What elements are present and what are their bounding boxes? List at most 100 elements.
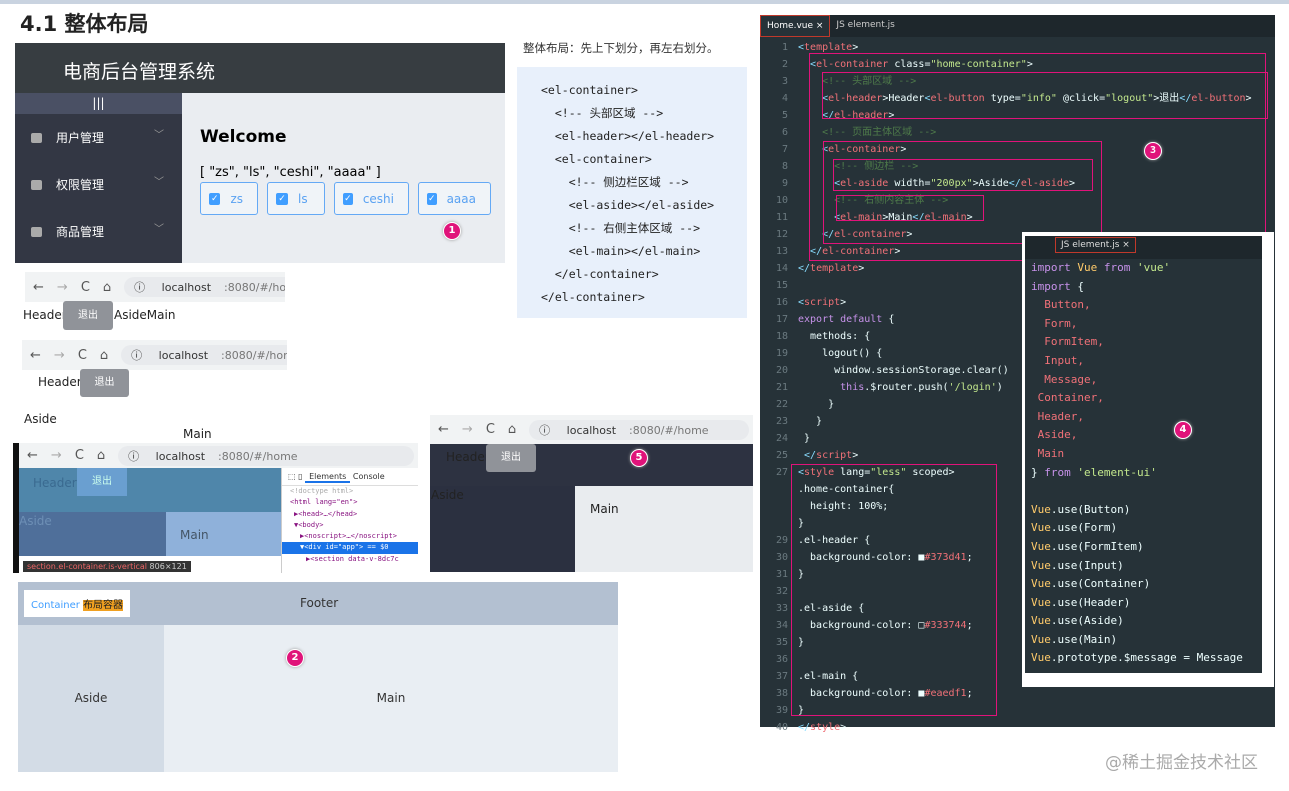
aside-highlight: Aside <box>19 512 166 556</box>
code-line[interactable]: Main <box>1025 445 1262 464</box>
code-line[interactable]: import Vue from 'vue' <box>1025 259 1262 278</box>
dark-header: Header 退出 <box>430 444 753 486</box>
forward-icon[interactable]: → <box>57 280 68 295</box>
bag-icon <box>31 226 42 237</box>
inspect-icon[interactable]: ⬚ ▯ <box>288 472 303 481</box>
logo: Container 布局容器 <box>24 590 131 617</box>
code-line[interactable]: Vue.use(Form) <box>1025 519 1262 538</box>
code-line[interactable]: Vue.use(Input) <box>1025 557 1262 576</box>
code-line[interactable]: import { <box>1025 278 1262 297</box>
checkbox-label: ls <box>298 191 308 206</box>
reload-icon[interactable]: C <box>81 280 90 295</box>
tab-label: JS element.js × <box>1055 237 1136 253</box>
url-host: localhost <box>158 349 209 362</box>
address-bar[interactable]: ⓘ localhost:8080/#/home <box>529 419 749 440</box>
home-icon[interactable]: ⌂ <box>97 448 105 463</box>
dom-node[interactable]: ▶<head>…</head> <box>290 509 418 520</box>
line-text: logout() { <box>798 348 883 359</box>
demo-aside: Aside <box>18 625 164 772</box>
logout-button[interactable]: 退出 <box>77 468 127 496</box>
code-line[interactable] <box>1025 482 1262 501</box>
tab-home-vue[interactable]: Home.vue × <box>760 15 831 37</box>
reload-icon[interactable]: C <box>486 422 495 437</box>
page-title: 4.1 整体布局 <box>20 12 149 36</box>
tab-element-js[interactable]: JS element.js <box>830 15 900 37</box>
home-icon[interactable]: ⌂ <box>508 422 516 437</box>
code-line[interactable]: } from 'element-ui' <box>1025 464 1262 483</box>
menu-label: 权限管理 <box>56 178 105 192</box>
address-bar[interactable]: ⓘ localhost:8080/#/home <box>121 345 287 365</box>
code-line[interactable]: Header, <box>1025 408 1262 427</box>
line-text: </template> <box>798 263 865 274</box>
code-line[interactable]: Vue.use(Container) <box>1025 575 1262 594</box>
line-number: 8 <box>781 161 788 172</box>
menu-item-rights[interactable]: 权限管理 ﹀ <box>15 161 182 208</box>
code-line[interactable]: Vue.use(Main) <box>1025 631 1262 650</box>
dom-node[interactable]: <!doctype html> <box>290 486 418 497</box>
element-js-tab[interactable]: JS element.js × <box>1025 236 1262 259</box>
users-icon <box>31 132 42 143</box>
dom-node[interactable]: <html lang="en"> <box>290 497 418 508</box>
line-number: 6 <box>781 127 788 138</box>
code-line[interactable]: Vue.use(Button) <box>1025 501 1262 520</box>
code-line[interactable]: Vue.use(Aside) <box>1025 612 1262 631</box>
forward-icon[interactable]: → <box>51 448 62 463</box>
checkbox-ceshi[interactable]: ✓ ceshi <box>334 182 409 215</box>
line-text: <script> <box>798 297 847 308</box>
line-text: </style> <box>798 722 847 733</box>
line-number: 2 <box>781 59 788 70</box>
checkbox-label: zs <box>230 191 243 206</box>
code-line[interactable]: Vue.prototype.$message = Message <box>1025 649 1262 668</box>
checkbox-ls[interactable]: ✓ ls <box>267 182 325 215</box>
line-number: 39 <box>775 705 788 716</box>
browser-toolbar: ← → C ⌂ ⓘ localhost:8080/#/home <box>430 415 753 444</box>
dom-node[interactable]: ▶<section data-v-8dc7c <box>290 554 418 565</box>
code-line[interactable]: Input, <box>1025 352 1262 371</box>
header-text: Header <box>38 375 82 389</box>
menu-item-users[interactable]: 用户管理 ﹀ <box>15 114 182 161</box>
forward-icon[interactable]: → <box>462 422 473 437</box>
code-line[interactable]: Form, <box>1025 315 1262 334</box>
home-icon[interactable]: ⌂ <box>100 348 108 363</box>
logout-button[interactable]: 退出 <box>486 444 536 472</box>
code-line[interactable]: Vue.use(FormItem) <box>1025 538 1262 557</box>
step-badge: 5 <box>630 449 648 467</box>
address-bar[interactable]: ⓘ localhost:8080/#/home <box>124 277 285 297</box>
address-bar[interactable]: ⓘ localhost:8080/#/home <box>118 445 414 466</box>
collapse-toggle[interactable]: ||| <box>15 93 182 114</box>
logout-button[interactable]: 退出 <box>80 369 129 397</box>
code-line[interactable]: Vue.use(Header) <box>1025 594 1262 613</box>
back-icon[interactable]: ← <box>27 448 38 463</box>
top-divider <box>0 0 1289 4</box>
dom-node-selected[interactable]: ▼<div id="app"> == $0 <box>282 542 418 554</box>
dom-tree: <!doctype html> <html lang="en"> ▶<head>… <box>282 486 418 565</box>
back-icon[interactable]: ← <box>33 280 44 295</box>
tab-elements[interactable]: Elements <box>305 472 351 483</box>
dom-node[interactable]: ▶<noscript>…</noscript> <box>290 531 418 542</box>
logout-button[interactable]: 退出 <box>63 301 113 330</box>
code-line[interactable]: Message, <box>1025 371 1262 390</box>
forward-icon[interactable]: → <box>54 348 65 363</box>
home-icon[interactable]: ⌂ <box>103 280 111 295</box>
menu-item-goods[interactable]: 商品管理 ﹀ <box>15 208 182 255</box>
code-lines[interactable]: import Vue from 'vue' import { Button, Fo… <box>1025 259 1262 668</box>
reload-icon[interactable]: C <box>78 348 87 363</box>
line-number: 24 <box>775 433 788 444</box>
app-header: 电商后台管理系统 <box>15 43 505 93</box>
code-line[interactable]: FormItem, <box>1025 333 1262 352</box>
tab-console[interactable]: Console <box>353 472 385 481</box>
back-icon[interactable]: ← <box>438 422 449 437</box>
checkbox-zs[interactable]: ✓ zs <box>200 182 258 215</box>
checkbox-aaaa[interactable]: ✓ aaaa <box>418 182 491 215</box>
code-line[interactable]: Container, <box>1025 389 1262 408</box>
code-line: </el-container> <box>541 267 659 281</box>
line-number: 38 <box>775 688 788 699</box>
reload-icon[interactable]: C <box>75 448 84 463</box>
code-line[interactable]: Button, <box>1025 296 1262 315</box>
back-icon[interactable]: ← <box>30 348 41 363</box>
url-host: localhost <box>155 449 206 463</box>
dom-node[interactable]: ▼<body> <box>290 520 418 531</box>
layout-code-snippet: <el-container> <!-- 头部区域 --> <el-header>… <box>517 67 747 318</box>
code-line[interactable]: Aside, <box>1025 426 1262 445</box>
code-line[interactable]: 40 </style> <box>760 719 1275 736</box>
